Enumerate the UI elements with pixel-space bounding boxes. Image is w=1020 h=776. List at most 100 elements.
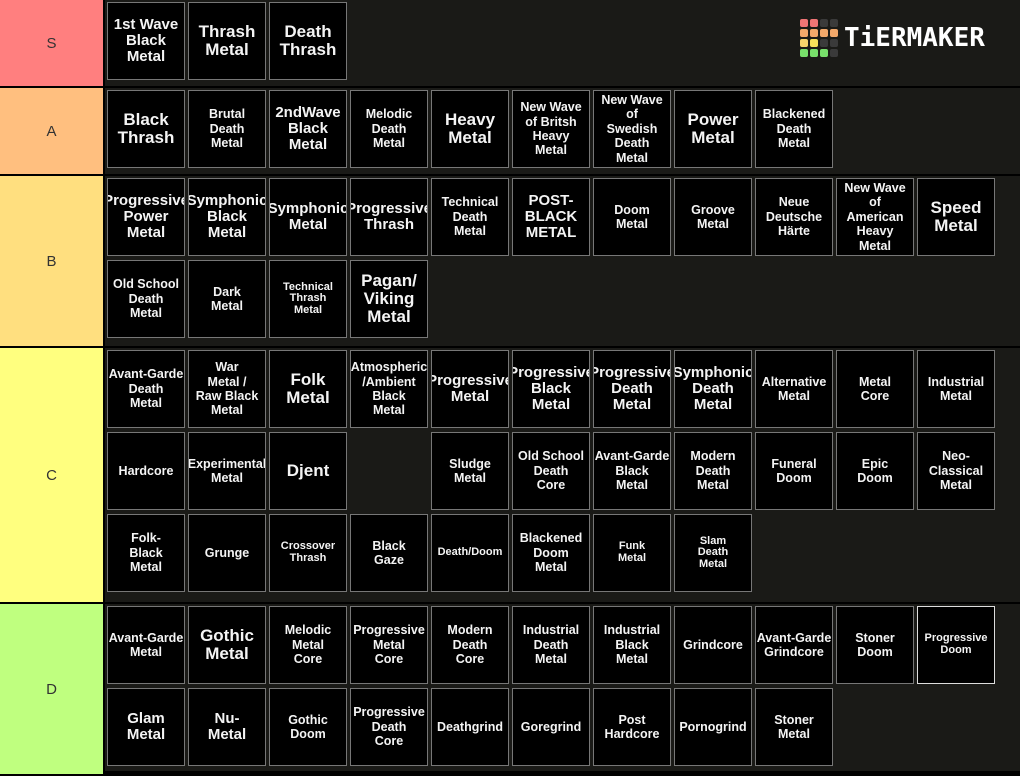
tier-item[interactable]: Speed Metal — [917, 178, 995, 256]
tier-item[interactable]: Slam Death Metal — [674, 514, 752, 592]
tier-item[interactable]: Modern Death Core — [431, 606, 509, 684]
tier-item[interactable]: Progressive Thrash — [350, 178, 428, 256]
tier-label[interactable]: B — [0, 176, 105, 346]
tier-item[interactable]: Industrial Metal — [917, 350, 995, 428]
tier-item[interactable]: Dark Metal — [188, 260, 266, 338]
logo-grid-cell — [810, 49, 818, 57]
tier-item[interactable]: Stoner Doom — [836, 606, 914, 684]
tier-item[interactable]: Doom Metal — [593, 178, 671, 256]
tier-item[interactable]: Nu- Metal — [188, 688, 266, 766]
tier-item[interactable]: Gothic Metal — [188, 606, 266, 684]
tier-item[interactable]: Sludge Metal — [431, 432, 509, 510]
logo-grid-cell — [830, 39, 838, 47]
tier-item[interactable]: Neo- Classical Metal — [917, 432, 995, 510]
tier-item[interactable]: Folk Metal — [269, 350, 347, 428]
tier-items-a: Black Thrash Brutal Death Metal 2ndWave Bl… — [105, 88, 1020, 174]
tier-item[interactable]: Brutal Death Metal — [188, 90, 266, 168]
tier-item[interactable]: Gothic Doom — [269, 688, 347, 766]
tier-item[interactable]: Industrial Death Metal — [512, 606, 590, 684]
tier-item[interactable]: Progressive Doom — [917, 606, 995, 684]
tier-item[interactable]: War Metal / Raw Black Metal — [188, 350, 266, 428]
tier-item[interactable]: Glam Metal — [107, 688, 185, 766]
tier-row-d: D Avant-Garde Metal Gothic Metal Melodic Me… — [0, 604, 1020, 776]
tier-item[interactable]: Avant-Garde Metal — [107, 606, 185, 684]
tier-item[interactable]: Thrash Metal — [188, 2, 266, 80]
tier-item[interactable]: Djent — [269, 432, 347, 510]
tier-item[interactable]: Progressive Metal Core — [350, 606, 428, 684]
tier-item[interactable]: 2ndWave Black Metal — [269, 90, 347, 168]
tier-label[interactable]: A — [0, 88, 105, 174]
tier-item[interactable]: New Wave of Britsh Heavy Metal — [512, 90, 590, 168]
tier-item[interactable]: Heavy Metal — [431, 90, 509, 168]
tier-item[interactable]: 1st Wave Black Metal — [107, 2, 185, 80]
logo-grid-cell — [830, 19, 838, 27]
logo-grid-cell — [800, 49, 808, 57]
tier-item[interactable]: Pornogrind — [674, 688, 752, 766]
tier-item[interactable]: Modern Death Metal — [674, 432, 752, 510]
tier-label[interactable]: S — [0, 0, 105, 86]
tier-items-b: Progressive Power Metal Symphonic Black M… — [105, 176, 1020, 346]
tier-item[interactable]: Death Thrash — [269, 2, 347, 80]
tier-item[interactable]: Blackened Death Metal — [755, 90, 833, 168]
tier-item[interactable]: Grindcore — [674, 606, 752, 684]
tier-row-a: A Black Thrash Brutal Death Metal 2ndWave B… — [0, 88, 1020, 176]
tier-list-board: S 1st Wave Black Metal Thrash Metal Death T… — [0, 0, 1020, 776]
tier-item[interactable]: Black Thrash — [107, 90, 185, 168]
tier-item[interactable]: Industrial Black Metal — [593, 606, 671, 684]
tier-label[interactable]: D — [0, 604, 105, 774]
tier-item[interactable]: Post Hardcore — [593, 688, 671, 766]
tier-item[interactable]: Melodic Death Metal — [350, 90, 428, 168]
logo-grid-cell — [810, 29, 818, 37]
tier-item[interactable]: Stoner Metal — [755, 688, 833, 766]
tier-row-c: C Avant-Garde Death Metal War Metal / Raw … — [0, 348, 1020, 604]
tier-label[interactable]: C — [0, 348, 105, 602]
logo-grid-cell — [830, 29, 838, 37]
tier-item[interactable]: Avant-Garde Black Metal — [593, 432, 671, 510]
tier-item[interactable]: Avant-Garde Grindcore — [755, 606, 833, 684]
tier-item[interactable]: Grunge — [188, 514, 266, 592]
logo-grid-cell — [810, 19, 818, 27]
tier-item[interactable]: Technical Death Metal — [431, 178, 509, 256]
tier-item[interactable]: Blackened Doom Metal — [512, 514, 590, 592]
tier-item[interactable]: Black Gaze — [350, 514, 428, 592]
tiermaker-logo: TiERMAKER — [800, 19, 985, 57]
tier-item[interactable]: Symphonic Metal — [269, 178, 347, 256]
tier-item[interactable]: Deathgrind — [431, 688, 509, 766]
tier-item[interactable]: Crossover Thrash — [269, 514, 347, 592]
tier-item[interactable]: Folk- Black Metal — [107, 514, 185, 592]
tier-item[interactable]: Epic Doom — [836, 432, 914, 510]
tier-item[interactable]: Groove Metal — [674, 178, 752, 256]
tier-item[interactable]: New Wave of American Heavy Metal — [836, 178, 914, 256]
tier-item[interactable]: Symphonic Black Metal — [188, 178, 266, 256]
tier-item[interactable]: Death/Doom — [431, 514, 509, 592]
tier-item[interactable]: Metal Core — [836, 350, 914, 428]
empty-slot — [350, 432, 428, 510]
tier-item[interactable]: Symphonic Death Metal — [674, 350, 752, 428]
tier-item[interactable]: Old School Death Metal — [107, 260, 185, 338]
logo-grid-cell — [820, 29, 828, 37]
tier-item[interactable]: Progressive Black Metal — [512, 350, 590, 428]
tier-item[interactable]: Old School Death Core — [512, 432, 590, 510]
tier-item[interactable]: Melodic Metal Core — [269, 606, 347, 684]
tier-item[interactable]: Progressive Death Core — [350, 688, 428, 766]
tier-item[interactable]: Funk Metal — [593, 514, 671, 592]
tier-item[interactable]: Neue Deutsche Härte — [755, 178, 833, 256]
logo-grid-cell — [810, 39, 818, 47]
tier-item[interactable]: Hardcore — [107, 432, 185, 510]
tier-item[interactable]: Atmospheric /Ambient Black Metal — [350, 350, 428, 428]
tier-item[interactable]: Progressive Death Metal — [593, 350, 671, 428]
tier-item[interactable]: Avant-Garde Death Metal — [107, 350, 185, 428]
tier-item[interactable]: Technical Thrash Metal — [269, 260, 347, 338]
tier-item[interactable]: Experimental Metal — [188, 432, 266, 510]
logo-grid-cell — [800, 29, 808, 37]
tier-item[interactable]: New Wave of Swedish Death Metal — [593, 90, 671, 168]
tier-item[interactable]: Power Metal — [674, 90, 752, 168]
tiermaker-logo-icon — [800, 19, 838, 57]
tier-item[interactable]: Funeral Doom — [755, 432, 833, 510]
tier-item[interactable]: Goregrind — [512, 688, 590, 766]
tier-item[interactable]: POST- BLACK METAL — [512, 178, 590, 256]
tier-item[interactable]: Alternative Metal — [755, 350, 833, 428]
tier-item[interactable]: Progressive Metal — [431, 350, 509, 428]
tier-item[interactable]: Progressive Power Metal — [107, 178, 185, 256]
tier-item[interactable]: Pagan/ Viking Metal — [350, 260, 428, 338]
